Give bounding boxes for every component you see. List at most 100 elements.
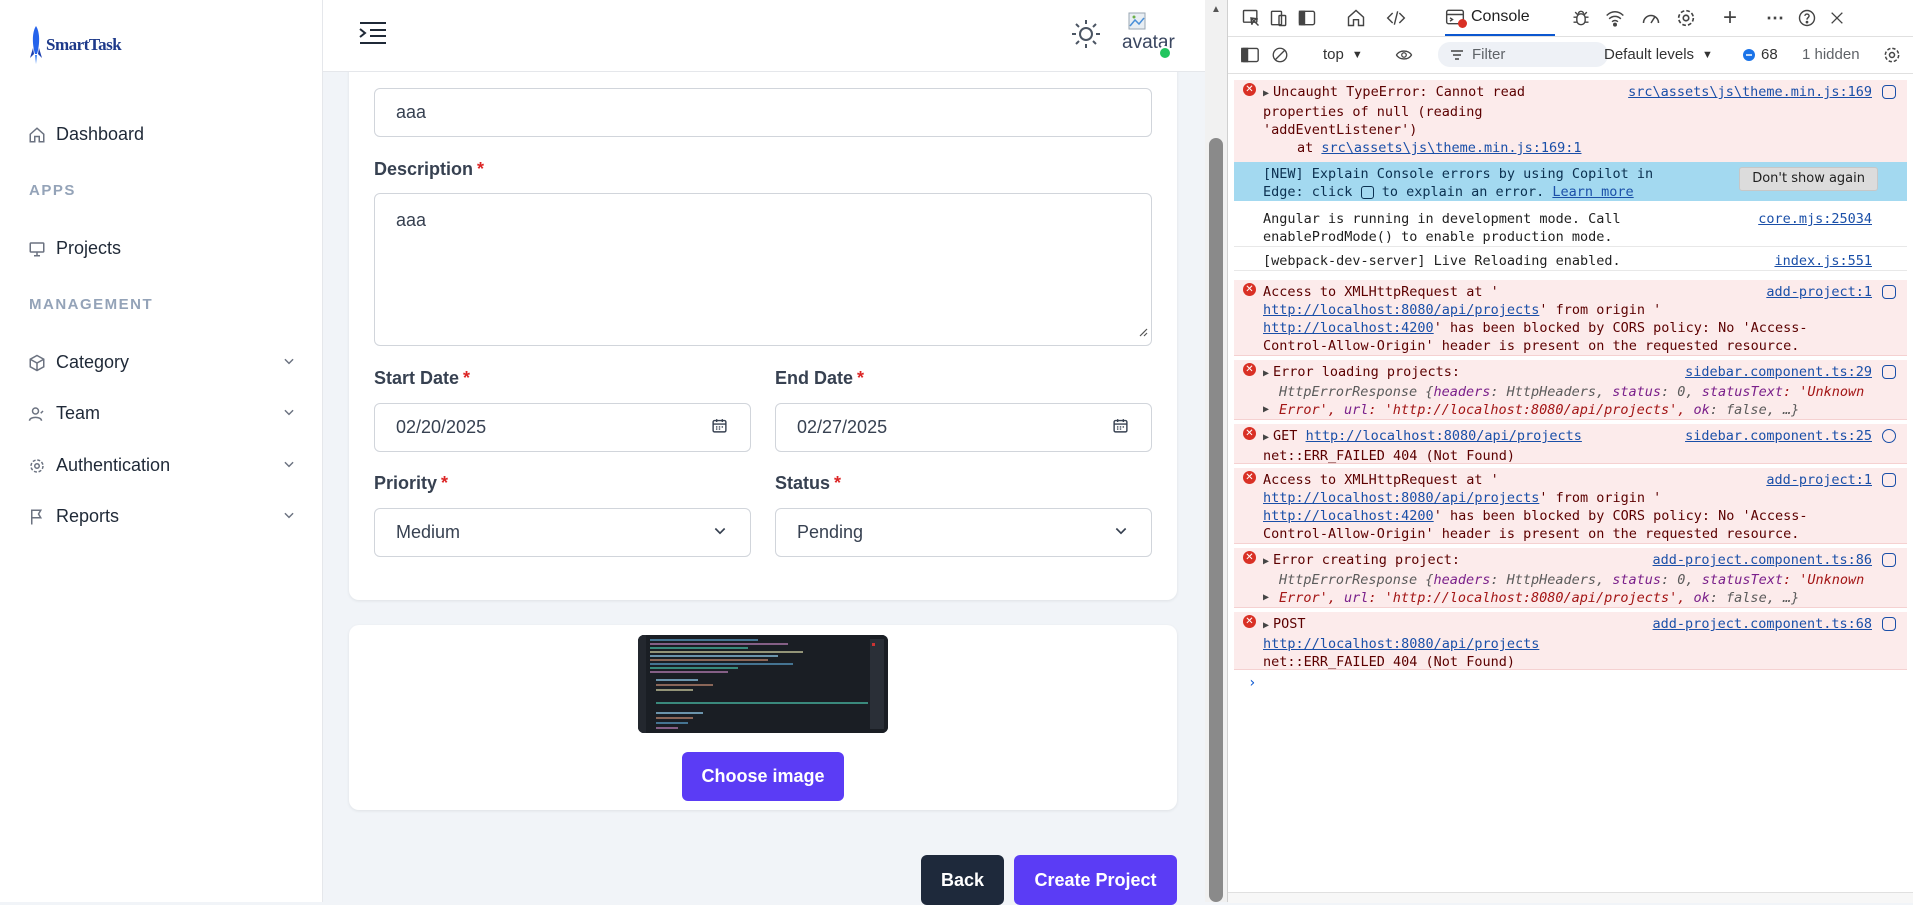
avatar[interactable]: avatar bbox=[1120, 10, 1175, 60]
theme-toggle-sun-icon[interactable] bbox=[1070, 18, 1102, 55]
back-button[interactable]: Back bbox=[921, 855, 1004, 905]
sidebar-item-projects[interactable]: Projects bbox=[28, 238, 296, 259]
live-expression-eye-icon[interactable] bbox=[1394, 36, 1414, 73]
source-link[interactable]: add-project.component.ts:86 bbox=[1653, 551, 1872, 569]
source-link[interactable]: add-project.component.ts:68 bbox=[1653, 615, 1872, 633]
expand-triangle-icon[interactable]: ▶ bbox=[1263, 553, 1269, 571]
scroll-up-arrow-icon[interactable]: ▲ bbox=[1211, 4, 1221, 15]
sidebar-item-label: Projects bbox=[56, 238, 122, 258]
source-link[interactable]: core.mjs:25034 bbox=[1758, 210, 1872, 228]
resize-handle-icon[interactable] bbox=[1138, 321, 1148, 342]
image-upload-card: Choose image bbox=[349, 625, 1177, 810]
sidebar-item-category[interactable]: Category bbox=[28, 352, 296, 373]
console-error-message[interactable]: ✕ ▶ Uncaught TypeError: Cannot read prope… bbox=[1234, 80, 1907, 164]
expand-triangle-icon[interactable]: ▶ bbox=[1263, 589, 1269, 607]
url-link[interactable]: http://localhost:8080/api/projects bbox=[1263, 490, 1539, 506]
sources-bug-icon[interactable] bbox=[1570, 7, 1592, 29]
console-prompt-chevron-icon[interactable]: › bbox=[1248, 674, 1256, 692]
url-link[interactable]: http://localhost:4200 bbox=[1263, 508, 1434, 524]
devtools-drawer-bar[interactable] bbox=[1228, 892, 1913, 903]
console-error-message[interactable]: ✕ Access to XMLHttpRequest at ' http://l… bbox=[1234, 280, 1907, 356]
chevron-down-icon bbox=[1113, 522, 1129, 543]
close-icon[interactable] bbox=[1826, 7, 1848, 29]
create-project-button[interactable]: Create Project bbox=[1014, 855, 1177, 905]
copilot-explain-icon[interactable] bbox=[1882, 365, 1896, 379]
learn-more-link[interactable]: Learn more bbox=[1552, 184, 1633, 200]
console-info-message[interactable]: Angular is running in development mode. … bbox=[1234, 207, 1907, 247]
page-scrollbar-thumb[interactable] bbox=[1209, 138, 1223, 902]
source-link[interactable]: add-project:1 bbox=[1766, 471, 1872, 489]
sidebar-item-reports[interactable]: Reports bbox=[28, 506, 296, 527]
elements-code-icon[interactable] bbox=[1385, 7, 1407, 29]
performance-gauge-icon[interactable] bbox=[1640, 7, 1662, 29]
user-icon bbox=[28, 405, 46, 423]
url-link[interactable]: http://localhost:8080/api/projects bbox=[1263, 636, 1539, 652]
copilot-explain-icon[interactable] bbox=[1882, 285, 1896, 299]
copilot-explain-icon[interactable] bbox=[1882, 85, 1896, 99]
source-link[interactable]: src\assets\js\theme.min.js:169 bbox=[1628, 83, 1872, 101]
copilot-explain-icon[interactable] bbox=[1882, 473, 1896, 487]
logo-text: SmartTask bbox=[46, 35, 122, 54]
welcome-home-icon[interactable] bbox=[1345, 7, 1367, 29]
console-settings-icon[interactable] bbox=[1882, 36, 1902, 73]
inspect-element-icon[interactable] bbox=[1240, 7, 1262, 29]
start-date-input[interactable]: 02/20/2025 bbox=[374, 403, 751, 452]
settings-cog-icon[interactable] bbox=[1675, 7, 1697, 29]
app-logo[interactable]: SmartTask bbox=[28, 24, 122, 66]
end-date-value: 02/27/2025 bbox=[797, 417, 888, 437]
url-link[interactable]: http://localhost:4200 bbox=[1263, 320, 1434, 336]
priority-select[interactable]: Medium bbox=[374, 508, 751, 557]
copilot-explain-icon[interactable] bbox=[1882, 553, 1896, 567]
sidebar-item-authentication[interactable]: Authentication bbox=[28, 455, 296, 476]
url-link[interactable]: http://localhost:8080/api/projects bbox=[1306, 428, 1582, 444]
end-date-input[interactable]: 02/27/2025 bbox=[775, 403, 1152, 452]
clear-console-icon[interactable] bbox=[1271, 36, 1289, 73]
add-tab-plus-icon[interactable]: + bbox=[1719, 4, 1741, 31]
tab-console[interactable]: Console bbox=[1445, 0, 1555, 36]
log-levels-dropdown[interactable]: Default levels ▼ bbox=[1604, 36, 1713, 73]
source-link[interactable]: index.js:551 bbox=[1774, 252, 1872, 270]
console-info-message[interactable]: [webpack-dev-server] Live Reloading enab… bbox=[1234, 249, 1907, 271]
network-wifi-icon[interactable] bbox=[1604, 7, 1626, 29]
description-textarea[interactable]: aaa bbox=[374, 193, 1152, 346]
choose-image-button[interactable]: Choose image bbox=[682, 752, 844, 801]
status-label: Status * bbox=[775, 473, 842, 493]
status-select[interactable]: Pending bbox=[775, 508, 1152, 557]
help-icon[interactable] bbox=[1796, 7, 1818, 29]
error-icon: ✕ bbox=[1243, 615, 1256, 628]
source-link[interactable]: add-project:1 bbox=[1766, 283, 1872, 301]
console-error-message[interactable]: ✕ ▶ POST http://localhost:8080/api/projec… bbox=[1234, 612, 1907, 670]
issues-counter[interactable]: 68 bbox=[1742, 36, 1778, 73]
device-emulation-icon[interactable] bbox=[1268, 7, 1290, 29]
description-label: Description * bbox=[374, 159, 485, 179]
calendar-icon[interactable] bbox=[1112, 417, 1129, 439]
menu-toggle-icon[interactable] bbox=[358, 20, 388, 51]
expand-triangle-icon[interactable]: ▶ bbox=[1263, 85, 1269, 103]
expand-triangle-icon[interactable]: ▶ bbox=[1263, 401, 1269, 419]
console-error-message[interactable]: ✕ ▶ Error loading projects: HttpErrorResp… bbox=[1234, 360, 1907, 420]
console-error-message[interactable]: ✕ ▶ GET http://localhost:8080/api/project… bbox=[1234, 424, 1907, 464]
context-selector[interactable]: top ▼ bbox=[1323, 36, 1363, 73]
console-error-message[interactable]: ✕ ▶ Error creating project: HttpErrorResp… bbox=[1234, 548, 1907, 608]
dont-show-again-button[interactable]: Don't show again bbox=[1739, 167, 1878, 191]
source-link[interactable]: sidebar.component.ts:29 bbox=[1685, 363, 1872, 381]
console-filter-input[interactable]: Filter bbox=[1438, 42, 1608, 67]
calendar-icon[interactable] bbox=[711, 417, 728, 439]
console-error-message[interactable]: ✕ Access to XMLHttpRequest at ' http://l… bbox=[1234, 468, 1907, 544]
expand-triangle-icon[interactable]: ▶ bbox=[1263, 429, 1269, 447]
expand-triangle-icon[interactable]: ▶ bbox=[1263, 617, 1269, 635]
dock-side-icon[interactable] bbox=[1296, 7, 1318, 29]
sidebar-item-team[interactable]: Team bbox=[28, 403, 296, 424]
show-sidebar-icon[interactable] bbox=[1240, 36, 1260, 73]
sidebar-item-dashboard[interactable]: Dashboard bbox=[28, 124, 296, 145]
sidebar-item-label: Category bbox=[56, 352, 130, 372]
stack-link[interactable]: src\assets\js\theme.min.js:169:1 bbox=[1321, 140, 1581, 156]
project-name-input[interactable]: aaa bbox=[374, 88, 1152, 137]
copilot-explain-icon[interactable] bbox=[1882, 617, 1896, 631]
more-tools-icon[interactable]: ⋯ bbox=[1764, 7, 1786, 29]
source-link[interactable]: sidebar.component.ts:25 bbox=[1685, 427, 1872, 445]
url-link[interactable]: http://localhost:8080/api/projects bbox=[1263, 302, 1539, 318]
expand-triangle-icon[interactable]: ▶ bbox=[1263, 365, 1269, 383]
message-bubble-icon bbox=[1742, 48, 1756, 62]
info-explain-icon[interactable] bbox=[1882, 429, 1896, 443]
